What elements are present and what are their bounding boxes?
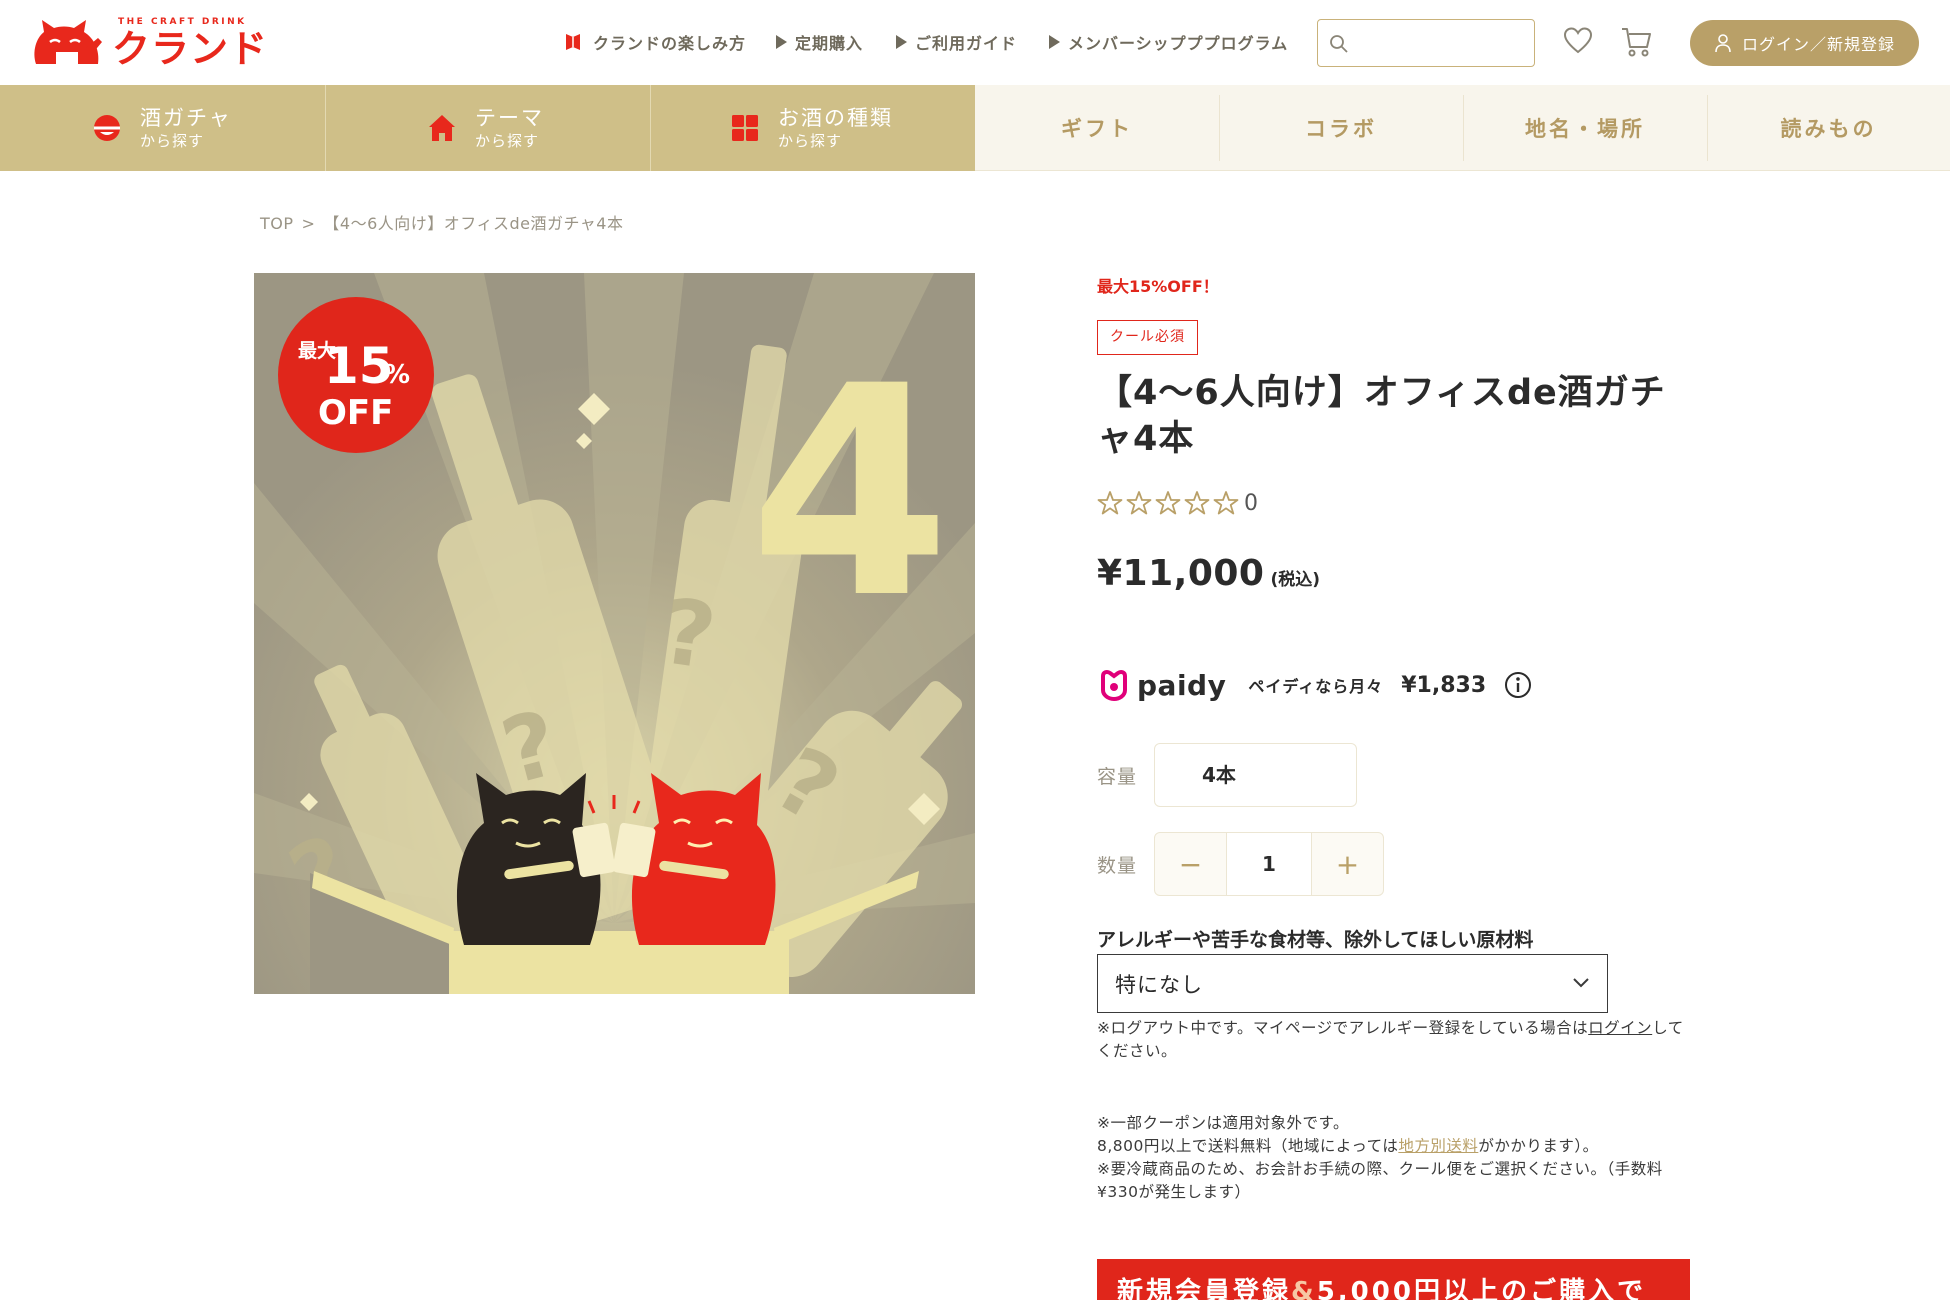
breadcrumb: TOP > 【4〜6人向け】オフィスde酒ガチャ4本 xyxy=(260,210,631,234)
price-tax-label: (税込) xyxy=(1270,570,1321,590)
nav-membership[interactable]: メンバーシップププログラム xyxy=(1049,30,1288,54)
cool-required-badge: クール必須 xyxy=(1097,320,1198,355)
paidy-logo-icon xyxy=(1101,670,1127,702)
quantity-plus-button[interactable]: + xyxy=(1312,833,1383,895)
note-text: 8,800円以上で送料無料（地域によっては xyxy=(1097,1137,1399,1155)
category-collab[interactable]: コラボ xyxy=(1219,85,1463,171)
category-sake-types[interactable]: お酒の種類 から探す xyxy=(730,85,970,171)
triangle-right-icon xyxy=(896,35,907,49)
info-icon[interactable] xyxy=(1504,671,1532,699)
paidy-installment: paidy ペイディなら月々 ¥1,833 xyxy=(1097,665,1532,705)
sake-gacha-icon xyxy=(94,115,120,141)
star-outline-icon xyxy=(1213,491,1239,515)
category-places[interactable]: 地名・場所 xyxy=(1463,85,1707,171)
regional-shipping-link[interactable]: 地方別送料 xyxy=(1398,1137,1478,1155)
category-title: お酒の種類 xyxy=(778,106,893,130)
cart-icon[interactable] xyxy=(1620,25,1652,59)
allergy-select[interactable]: 特になし xyxy=(1097,954,1608,1013)
star-outline-icon xyxy=(1097,491,1123,515)
count-numeral: 4 xyxy=(749,325,951,662)
category-subtitle: から探す xyxy=(140,132,205,150)
nav-label: メンバーシップププログラム xyxy=(1068,34,1289,53)
product-illustration: ? ? ? ? 4 xyxy=(254,273,975,994)
grid-icon xyxy=(732,115,758,141)
product-title: 【4〜6人向け】オフィスde酒ガチャ4本 xyxy=(1097,373,1666,459)
rating-count: 0 xyxy=(1244,490,1258,516)
star-outline-icon xyxy=(1155,491,1181,515)
banner-amp: & xyxy=(1291,1277,1317,1300)
breadcrumb-top-link[interactable]: TOP xyxy=(260,214,294,233)
breadcrumb-separator: > xyxy=(301,214,316,233)
search-input[interactable] xyxy=(1354,28,1524,58)
search-box xyxy=(1317,19,1535,67)
quantity-stepper: − 1 + xyxy=(1154,832,1384,896)
quantity-minus-button[interactable]: − xyxy=(1155,833,1226,895)
shipping-notes: ※一部クーポンは適用対象外です。 8,800円以上で送料無料（地域によっては地方… xyxy=(1097,1112,1690,1204)
paidy-amount: ¥1,833 xyxy=(1401,672,1487,698)
allergy-note-text: ※ログアウト中です。マイページでアレルギー登録をしている場合は xyxy=(1097,1019,1589,1037)
rating[interactable]: 0 xyxy=(1097,488,1258,518)
paidy-text: ペイディなら月々 xyxy=(1248,677,1384,696)
note-text: がかかります）。 xyxy=(1478,1137,1599,1155)
note-coupon: ※一部クーポンは適用対象外です。 xyxy=(1097,1114,1349,1132)
category-subtitle: から探す xyxy=(778,132,843,150)
category-gift[interactable]: ギフト xyxy=(975,85,1219,171)
nav-how-to-enjoy[interactable]: クランドの楽しみ方 xyxy=(565,30,746,54)
category-reading[interactable]: 読みもの xyxy=(1707,85,1950,171)
allergy-label: アレルギーや苦手な食材等、除外してほしい原材料 xyxy=(1097,929,1534,951)
login-label: ログイン／新規登録 xyxy=(1741,35,1895,54)
paidy-brand: paidy xyxy=(1137,668,1227,702)
logo-wordmark: クランド xyxy=(112,27,269,71)
house-icon xyxy=(429,115,455,141)
banner-text: 5,000円以上のご購入で xyxy=(1316,1277,1646,1300)
category-subtitle: から探す xyxy=(475,132,540,150)
price: ¥11,000 (税込) xyxy=(1097,553,1320,594)
cat-mascot-logo-icon xyxy=(34,20,102,64)
bookmark-flag-icon xyxy=(566,34,580,50)
triangle-right-icon xyxy=(1049,35,1060,49)
nav-subscription[interactable]: 定期購入 xyxy=(776,30,863,54)
nav-label: ご利用ガイド xyxy=(915,34,1018,53)
category-theme[interactable]: テーマ から探す xyxy=(427,85,647,171)
category-sake-gacha[interactable]: 酒ガチャ から探す xyxy=(92,85,312,171)
category-divider xyxy=(325,85,326,171)
nav-guide[interactable]: ご利用ガイド xyxy=(896,30,1017,54)
quantity-label: 数量 xyxy=(1097,855,1138,877)
badge-off: OFF xyxy=(318,393,393,433)
site-header: THE CRAFT DRINK クランド クランドの楽しみ方 定期購入 ご利用ガ… xyxy=(0,0,1950,85)
nav-label: クランドの楽しみ方 xyxy=(593,34,747,53)
login-link[interactable]: ログイン xyxy=(1588,1019,1652,1037)
heart-icon[interactable] xyxy=(1563,26,1593,56)
badge-unit: % xyxy=(384,360,410,390)
search-icon[interactable] xyxy=(1328,33,1350,55)
allergy-note: ※ログアウト中です。マイページでアレルギー登録をしている場合はログインしてくださ… xyxy=(1097,1017,1687,1063)
triangle-right-icon xyxy=(776,35,787,49)
note-shipping: 8,800円以上で送料無料（地域によっては地方別送料がかかります）。 xyxy=(1097,1135,1690,1158)
site-logo[interactable]: THE CRAFT DRINK クランド xyxy=(30,14,267,70)
sale-note: 最大15%OFF！ xyxy=(1097,277,1219,296)
category-title: テーマ xyxy=(475,106,544,130)
category-divider xyxy=(650,85,651,171)
breadcrumb-current: 【4〜6人向け】オフィスde酒ガチャ4本 xyxy=(323,214,624,233)
register-promo-banner[interactable]: 新規会員登録&5,000円以上のご購入で xyxy=(1097,1259,1690,1300)
volume-option[interactable]: 4本 xyxy=(1154,743,1357,807)
note-cool: ※要冷蔵商品のため、お会計お手続の際、クール便をご選択ください。（手数料¥330… xyxy=(1097,1160,1663,1201)
user-icon xyxy=(1715,34,1731,53)
logo-tagline: THE CRAFT DRINK xyxy=(118,17,247,27)
product-image[interactable]: ? ? ? ? 4 xyxy=(254,273,975,994)
volume-label: 容量 xyxy=(1097,766,1138,788)
banner-text: 新規会員登録 xyxy=(1117,1277,1292,1300)
category-title: 酒ガチャ xyxy=(140,106,232,130)
price-amount: ¥11,000 xyxy=(1097,553,1265,594)
star-outline-icon xyxy=(1126,491,1152,515)
nav-label: 定期購入 xyxy=(795,34,864,53)
category-bar: 酒ガチャ から探す テーマ から探す お酒の種類 から探す ギフト コラボ 地名… xyxy=(0,85,1950,171)
chevron-down-icon xyxy=(1573,978,1589,988)
quantity-value[interactable]: 1 xyxy=(1226,833,1312,895)
login-register-button[interactable]: ログイン／新規登録 xyxy=(1690,20,1919,66)
star-outline-icon xyxy=(1184,491,1210,515)
allergy-selected-value: 特になし xyxy=(1115,973,1203,997)
